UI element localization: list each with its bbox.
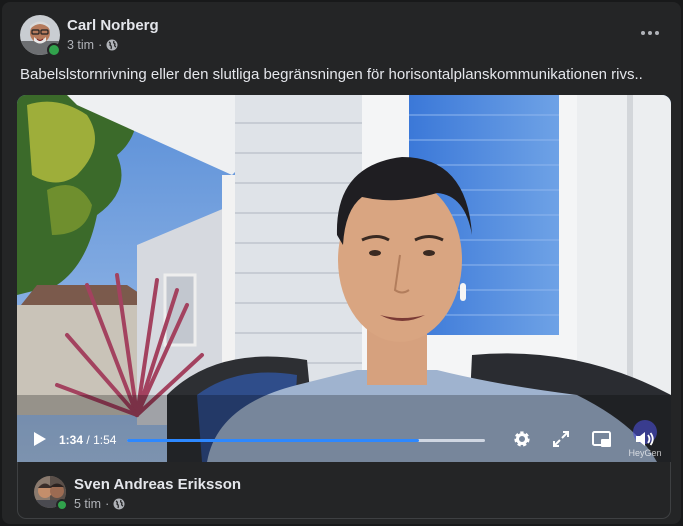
play-icon[interactable] [29,428,51,450]
video-time: 1:34 / 1:54 [59,433,116,447]
duration: 1:54 [93,433,117,447]
video-frame: HeyGen [17,95,671,462]
video-player[interactable]: HeyGen 1:34 / 1:54 [17,95,671,462]
post-meta: 3 tim · [67,38,118,52]
meta-separator: · [98,38,103,52]
volume-icon[interactable] [632,426,658,452]
shared-post-meta: 5 tim · [74,497,125,511]
shared-author-name[interactable]: Sven Andreas Eriksson [74,476,241,493]
shared-online-status-dot [56,499,68,511]
more-options-icon[interactable] [635,20,665,46]
globe-icon [106,39,118,51]
gear-icon[interactable] [509,426,535,452]
fullscreen-icon[interactable] [548,426,574,452]
progress-bar[interactable] [127,439,485,442]
globe-icon [113,498,125,510]
current-time: 1:34 [59,433,84,447]
shared-post-header: Sven Andreas Eriksson 5 tim · [17,462,671,519]
post-time[interactable]: 3 tim [67,38,94,52]
post-text: Babelslstornrivning eller den slutliga b… [20,66,643,83]
online-status-dot [47,43,61,57]
time-separator: / [86,433,90,447]
shared-post-time[interactable]: 5 tim [74,497,101,511]
video-controls: 1:34 / 1:54 [17,416,671,462]
progress-fill [127,439,419,442]
post-card: Carl Norberg 3 tim · Babelslstornrivning… [2,2,681,524]
picture-in-picture-icon[interactable] [589,426,615,452]
shared-meta-separator: · [105,497,110,511]
author-name[interactable]: Carl Norberg [67,17,159,34]
